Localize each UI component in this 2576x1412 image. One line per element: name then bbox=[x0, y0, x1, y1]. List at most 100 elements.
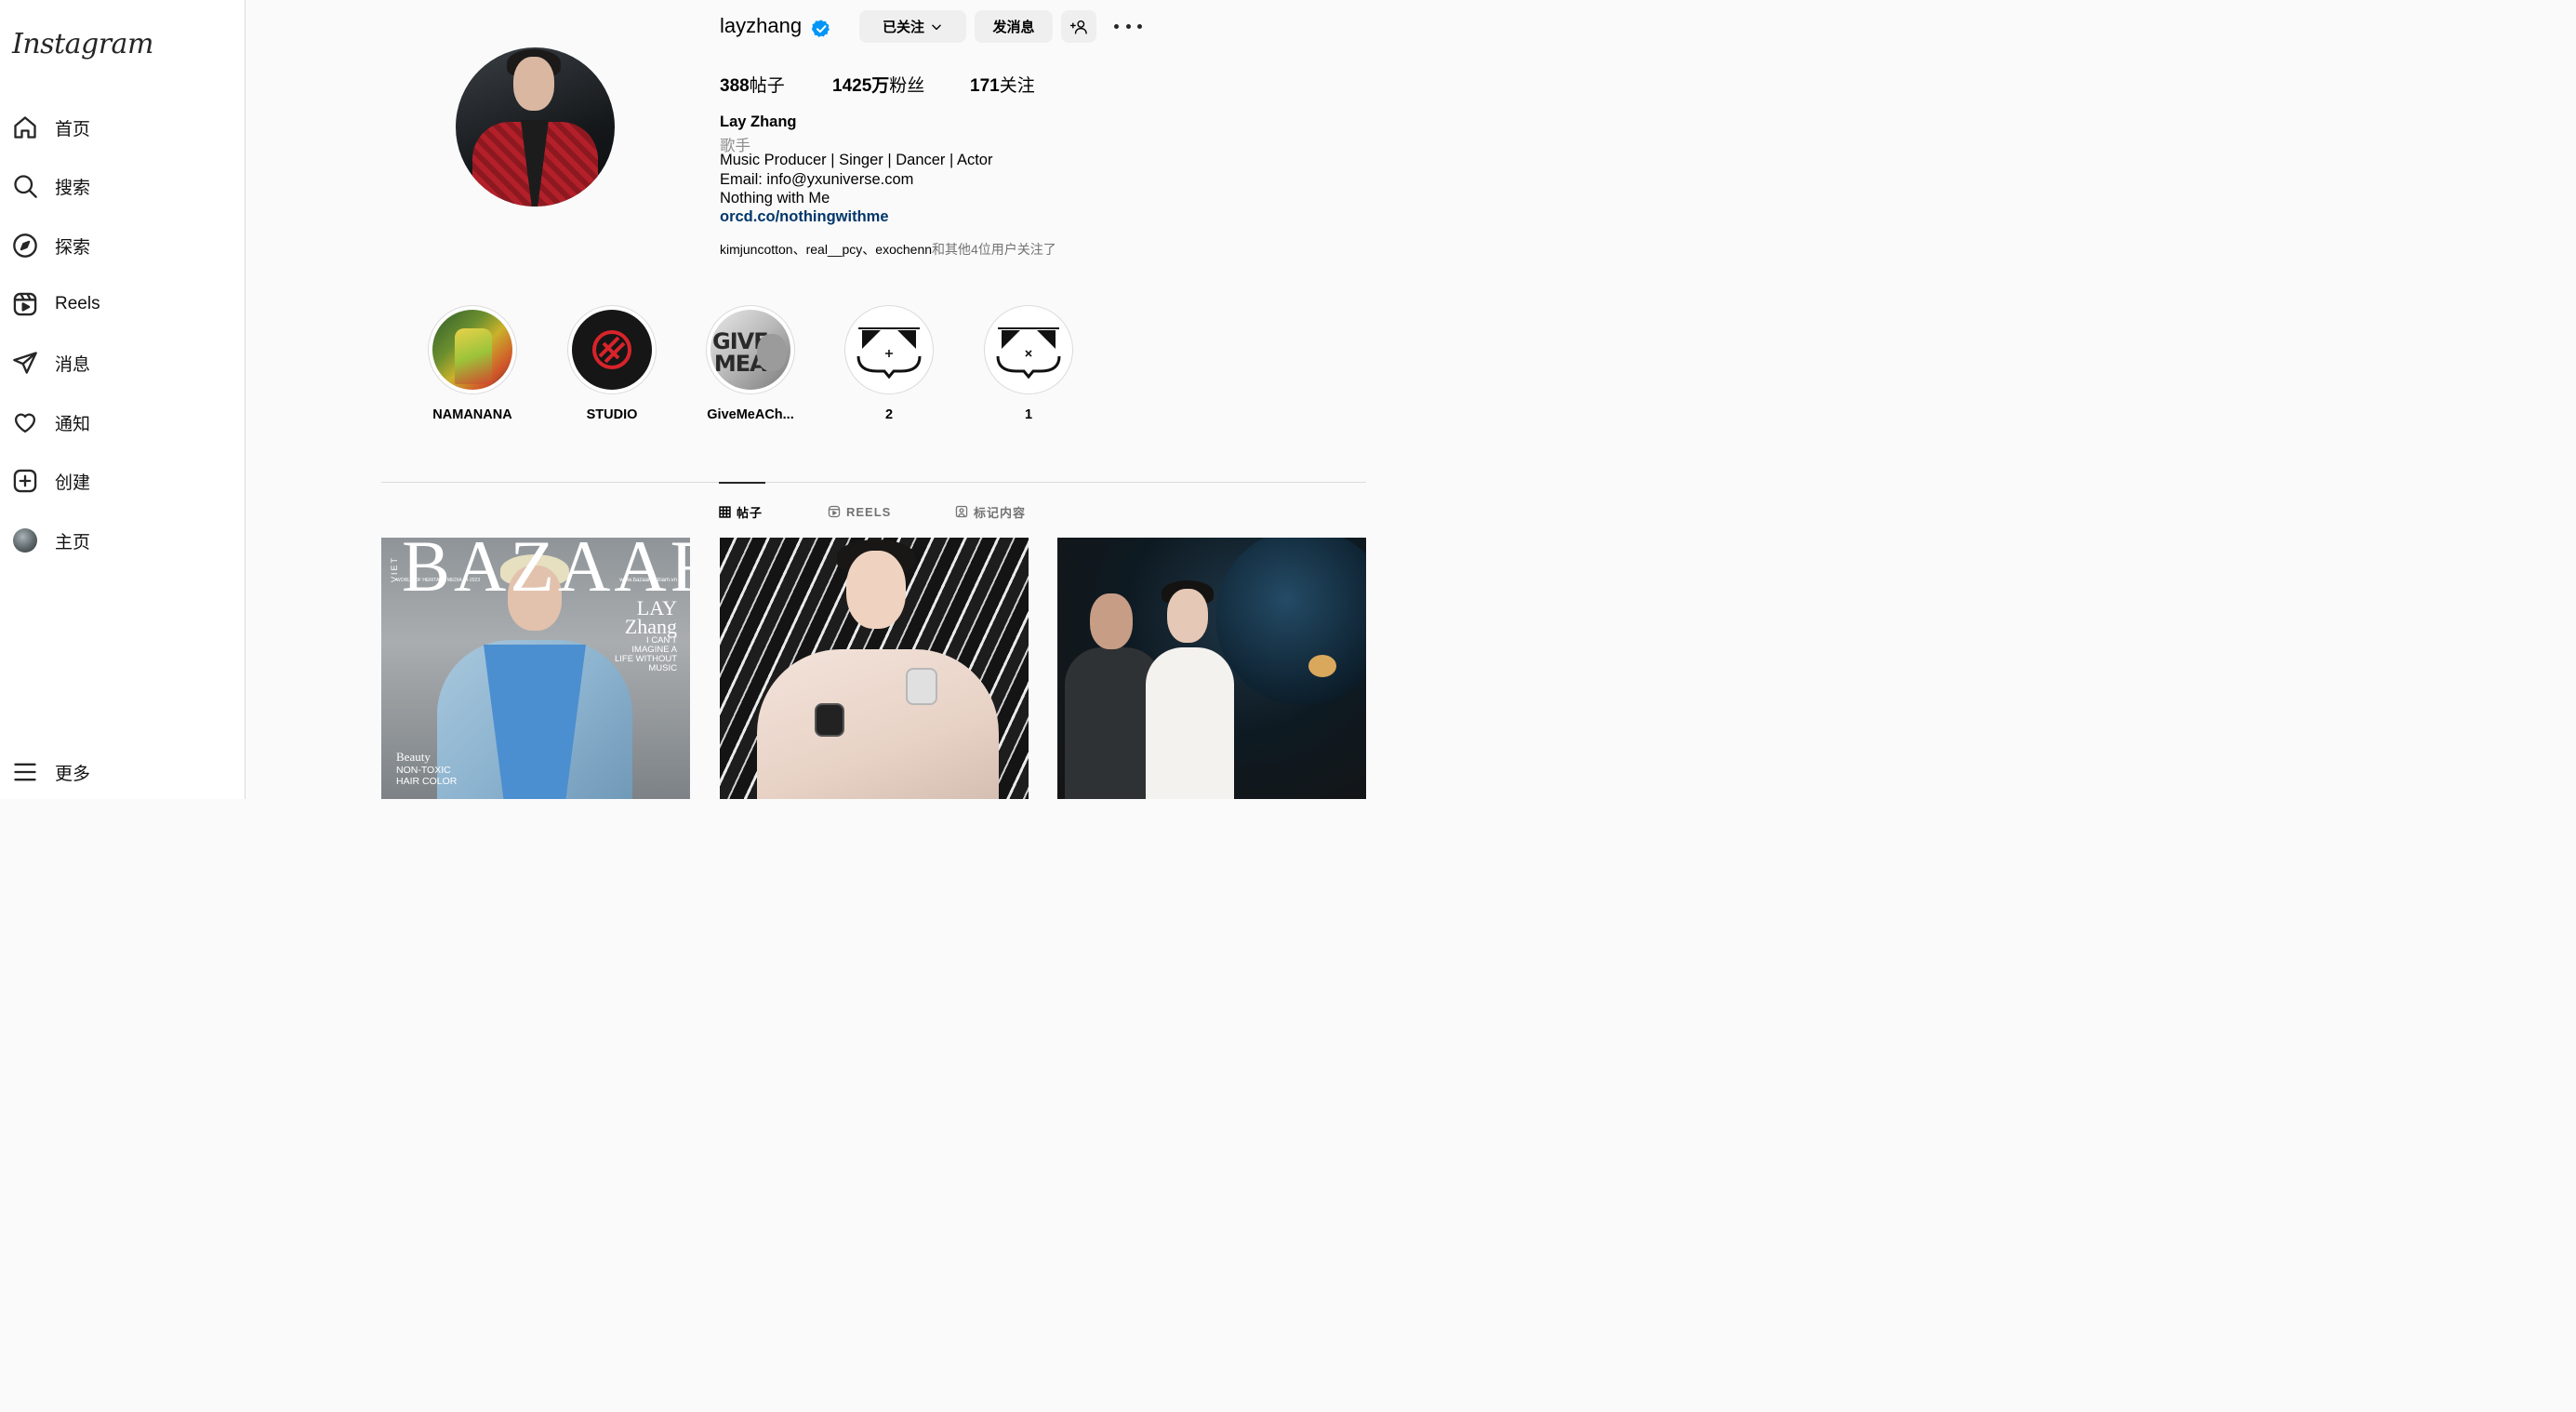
highlight-cover bbox=[432, 310, 512, 390]
post-figure-face bbox=[1167, 589, 1208, 643]
followed-by-names: kimjuncotton、real__pcy、exochenn bbox=[720, 242, 933, 257]
nav-label-search: 搜索 bbox=[55, 178, 91, 198]
grid-icon bbox=[719, 505, 731, 518]
bio-email: Email: info@yxuniverse.com bbox=[720, 171, 914, 188]
nav-label-more: 更多 bbox=[55, 764, 91, 784]
highlight-label: 1 bbox=[1024, 407, 1033, 422]
following-count: 171 bbox=[970, 76, 1000, 96]
dot bbox=[1114, 23, 1119, 29]
instagram-logo[interactable]: Instagram bbox=[12, 28, 153, 60]
mask-logo-icon bbox=[856, 327, 922, 380]
nav-label-home: 首页 bbox=[55, 119, 91, 140]
highlight-label: NAMANANA bbox=[432, 407, 512, 422]
nav-item-search[interactable]: 搜索 bbox=[11, 167, 90, 205]
mask-logo-icon bbox=[996, 327, 1061, 380]
nav-label-profile: 主页 bbox=[55, 532, 91, 553]
nav-item-more[interactable]: 更多 bbox=[11, 753, 90, 791]
post-watch bbox=[906, 668, 937, 705]
post-tile[interactable]: BAZAAR VIET WORLD OF HERITAGE MEDIA | 4-… bbox=[381, 538, 690, 799]
posts-label: 帖子 bbox=[749, 76, 785, 96]
add-user-icon bbox=[1069, 20, 1087, 34]
avatar-icon bbox=[11, 526, 39, 554]
highlight-cover: GIVE MEA bbox=[710, 310, 790, 390]
highlight-1[interactable]: 1 bbox=[984, 305, 1073, 422]
post-figure-face bbox=[846, 551, 906, 629]
more-options-icon[interactable] bbox=[1114, 15, 1142, 37]
profile-username: layzhang bbox=[720, 14, 803, 37]
tabs-divider bbox=[381, 482, 1366, 483]
suggested-users-button[interactable] bbox=[1061, 10, 1096, 43]
following-label: 关注 bbox=[999, 76, 1035, 96]
highlight-cover bbox=[572, 310, 652, 390]
following-stat[interactable]: 171关注 bbox=[970, 72, 1035, 97]
plus-square-icon bbox=[11, 467, 39, 495]
compass-icon bbox=[11, 232, 39, 260]
post-orb bbox=[1215, 538, 1366, 705]
followers-count: 1425万 bbox=[832, 76, 890, 96]
posts-count-stat: 388帖子 bbox=[720, 72, 785, 97]
tagged-icon bbox=[955, 505, 968, 518]
tab-tagged[interactable]: 标记内容 bbox=[955, 503, 1026, 520]
highlight-ring bbox=[567, 305, 657, 394]
highlight-figure bbox=[455, 328, 492, 384]
highlight-ring bbox=[844, 305, 934, 394]
highlight-label: GiveMeACh... bbox=[707, 407, 794, 422]
followed-by[interactable]: kimjuncotton、real__pcy、exochenn和其他4位用户关注… bbox=[720, 240, 1056, 259]
tab-posts[interactable]: 帖子 bbox=[719, 503, 763, 520]
following-button[interactable]: 已关注 bbox=[859, 10, 966, 43]
bio-link[interactable]: orcd.co/nothingwithme bbox=[720, 208, 889, 226]
sidebar: Instagram 首页 搜索 探索 Reels 消息 通知 创建 主页 更多 bbox=[0, 0, 246, 799]
message-button[interactable]: 发消息 bbox=[975, 10, 1053, 43]
dot bbox=[1137, 23, 1142, 29]
highlight-studio[interactable]: STUDIO bbox=[567, 305, 657, 422]
highlight-label: STUDIO bbox=[586, 407, 638, 422]
nav-item-home[interactable]: 首页 bbox=[11, 109, 90, 146]
nav-item-profile[interactable]: 主页 bbox=[11, 522, 90, 559]
post-figure-face bbox=[1090, 593, 1133, 649]
followers-stat[interactable]: 1425万粉丝 bbox=[832, 72, 924, 97]
bio-full-name: Lay Zhang bbox=[720, 113, 797, 130]
post-tile[interactable] bbox=[720, 538, 1029, 799]
bio-line: Music Producer | Singer | Dancer | Actor bbox=[720, 152, 993, 168]
magazine-website: www.bazaarvietnam.vn bbox=[619, 578, 677, 583]
post-figure-jacket bbox=[757, 649, 999, 799]
bio-line: Nothing with Me bbox=[720, 190, 830, 206]
post-figure-suit bbox=[1146, 647, 1234, 799]
tab-posts-label: 帖子 bbox=[737, 505, 764, 520]
post-watch bbox=[815, 703, 844, 737]
nav-label-messages: 消息 bbox=[55, 354, 91, 375]
studio-logo-icon bbox=[592, 330, 631, 369]
home-icon bbox=[11, 113, 39, 141]
tab-tagged-label: 标记内容 bbox=[974, 505, 1027, 520]
highlight-label: 2 bbox=[884, 407, 894, 422]
nav-item-create[interactable]: 创建 bbox=[11, 462, 90, 500]
highlight-cover bbox=[849, 310, 929, 390]
dot bbox=[1125, 23, 1131, 29]
highlight-2[interactable]: 2 bbox=[844, 305, 934, 422]
nav-label-explore: 探索 bbox=[55, 237, 91, 258]
highlight-namanana[interactable]: NAMANANA bbox=[428, 305, 517, 422]
highlight-cover bbox=[989, 310, 1069, 390]
nav-item-messages[interactable]: 消息 bbox=[11, 344, 90, 381]
highlight-givemeachance[interactable]: GIVE MEA GiveMeACh... bbox=[706, 305, 795, 422]
highlight-ring bbox=[984, 305, 1073, 394]
following-button-label: 已关注 bbox=[882, 20, 924, 35]
followers-label: 粉丝 bbox=[889, 76, 925, 96]
posts-count: 388 bbox=[720, 76, 750, 96]
verified-badge-icon bbox=[811, 20, 830, 37]
nav-label-create: 创建 bbox=[55, 473, 91, 493]
profile-picture[interactable] bbox=[456, 47, 615, 206]
cover-quote: I CAN'T IMAGINE A LIFE WITHOUT MUSIC bbox=[614, 635, 677, 673]
nav-item-notifications[interactable]: 通知 bbox=[11, 404, 90, 441]
post-tile[interactable] bbox=[1057, 538, 1366, 799]
cover-name-last: Zhang bbox=[624, 615, 677, 638]
cover-name: LAY Zhang bbox=[624, 598, 677, 638]
post-lamp bbox=[1308, 655, 1336, 677]
nav-item-explore[interactable]: 探索 bbox=[11, 227, 90, 264]
tab-reels-label: REELS bbox=[846, 504, 892, 519]
followed-by-suffix: 和其他4位用户关注了 bbox=[932, 242, 1056, 257]
heart-icon bbox=[11, 408, 39, 436]
avatar bbox=[13, 528, 37, 553]
nav-item-reels[interactable]: Reels bbox=[11, 286, 100, 323]
tab-reels[interactable]: REELS bbox=[828, 503, 891, 520]
